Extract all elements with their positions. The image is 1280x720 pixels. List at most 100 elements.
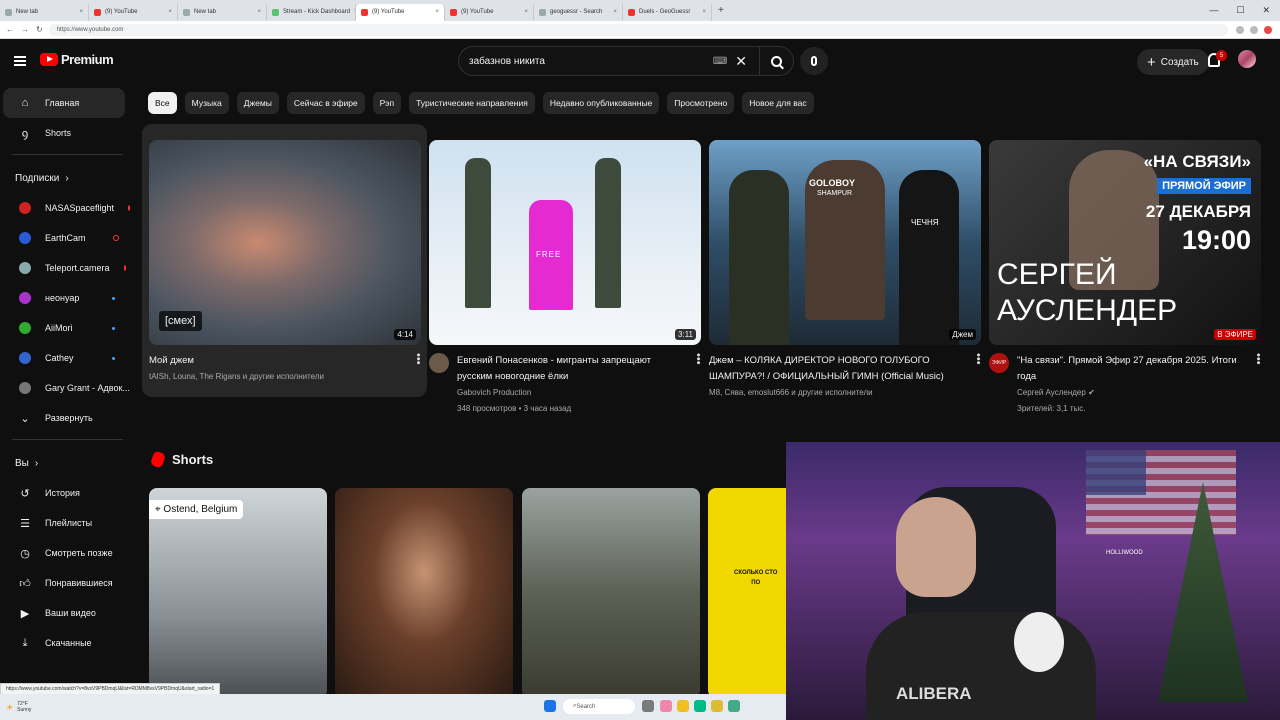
sidebar-item-history[interactable]: ↺ История	[3, 478, 125, 508]
close-tab-icon[interactable]: ×	[613, 9, 617, 15]
close-tab-icon[interactable]: ×	[79, 9, 83, 15]
search-box[interactable]: забазнов никита ⌨ ✕	[458, 46, 794, 76]
more-options-icon[interactable]: •••	[692, 353, 704, 417]
video-card[interactable]: [смех] 4:14 Мой джем tAISh, Louna, The R…	[149, 140, 424, 385]
sidebar-subscription[interactable]: AiiMori	[3, 313, 125, 343]
filter-chip[interactable]: Музыка	[184, 92, 229, 114]
close-tab-icon[interactable]: ×	[168, 9, 172, 15]
video-thumbnail[interactable]: «НА СВЯЗИ» ПРЯМОЙ ЭФИР 27 ДЕКАБРЯ 19:00 …	[989, 140, 1261, 345]
short-card[interactable]: ⌖ Ostend, Belgium	[149, 488, 327, 698]
filter-chip[interactable]: Просмотрено	[667, 92, 735, 114]
create-button[interactable]: + Создать	[1137, 49, 1209, 75]
more-options-icon[interactable]: •••	[1252, 353, 1264, 417]
sidebar-item-downloads[interactable]: ⤓ Скачанные	[3, 628, 125, 658]
short-card[interactable]: СКОЛЬКО СТО ПО	[708, 488, 786, 698]
channel-name[interactable]: Сергей Ауслендер ✔	[1017, 385, 1247, 401]
reload-icon[interactable]: ↻	[36, 25, 43, 34]
filter-chip[interactable]: Рэп	[372, 92, 402, 114]
browser-tab[interactable]: (9) YouTube ×	[89, 3, 178, 21]
more-options-icon[interactable]: •••	[972, 353, 984, 401]
browser-tab[interactable]: New tab ×	[178, 3, 267, 21]
channel-avatar[interactable]: ЭФИР	[989, 353, 1009, 373]
browser-tab[interactable]: Stream - Kick Dashboard×	[267, 3, 356, 21]
sidebar-item-watch-later[interactable]: ◷ Смотреть позже	[3, 538, 125, 568]
taskbar-search[interactable]: ⌕ Search	[563, 699, 635, 714]
history-icon: ↺	[20, 487, 30, 500]
video-thumbnail[interactable]: GOLOBOY SHAMPUR ЧЕЧНЯ Джем	[709, 140, 981, 345]
browser-tab-active[interactable]: (9) YouTube ×	[356, 3, 445, 21]
close-tab-icon[interactable]: ×	[702, 9, 706, 15]
subscriptions-heading[interactable]: Подписки ›	[0, 163, 135, 193]
new-tab-icon[interactable]: +	[712, 5, 730, 16]
sidebar-subscription[interactable]: Teleport.camera	[3, 253, 126, 283]
account-avatar[interactable]	[1238, 50, 1256, 68]
filter-chip[interactable]: Новое для вас	[742, 92, 814, 114]
short-card[interactable]	[522, 488, 700, 698]
filter-chip[interactable]: Туристические направления	[409, 92, 535, 114]
sidebar-subscription[interactable]: неонуар	[3, 283, 125, 313]
edge-icon[interactable]	[694, 700, 706, 712]
voice-search-button[interactable]	[800, 47, 828, 75]
channel-name[interactable]: Gabovich Production	[457, 385, 687, 401]
sidebar-item-your-videos[interactable]: ▶ Ваши видео	[3, 598, 125, 628]
video-title[interactable]: "На связи". Прямой Эфир 27 декабря 2025.…	[1017, 353, 1247, 385]
sidebar-subscription[interactable]: Gary Grant - Адвок...	[3, 373, 130, 403]
chrome-icon[interactable]	[711, 700, 723, 712]
minimize-icon[interactable]: —	[1209, 5, 1218, 16]
browser-tab[interactable]: New tab ×	[0, 3, 89, 21]
more-options-icon[interactable]: •••	[412, 353, 424, 385]
close-window-icon[interactable]: ✕	[1262, 5, 1270, 16]
back-icon[interactable]: ←	[6, 25, 14, 34]
windows-start-icon[interactable]	[544, 700, 556, 712]
sidebar-item-liked[interactable]: 👍︎ Понравившиеся	[3, 568, 125, 598]
video-title[interactable]: Евгений Понасенков - мигранты запрещают …	[457, 353, 687, 385]
maximize-icon[interactable]: ☐	[1236, 5, 1244, 16]
sidebar-subscription[interactable]: Cathey	[3, 343, 125, 373]
profile-icon[interactable]	[1264, 25, 1272, 34]
browser-tab[interactable]: Duels - GeoGuessr ×	[623, 3, 712, 21]
sidebar-subscription[interactable]: EarthCam	[3, 223, 125, 253]
video-card[interactable]: «НА СВЯЗИ» ПРЯМОЙ ЭФИР 27 ДЕКАБРЯ 19:00 …	[989, 140, 1264, 417]
sidebar-item-shorts[interactable]: ꝯ Shorts	[3, 118, 125, 148]
close-tab-icon[interactable]: ×	[524, 9, 528, 15]
task-view-icon[interactable]	[642, 700, 654, 712]
video-title[interactable]: Мой джем	[149, 353, 324, 369]
weather-widget[interactable]: ☀ 72°F Sunny	[0, 701, 31, 713]
short-card[interactable]	[335, 488, 513, 698]
video-card[interactable]: GOLOBOY SHAMPUR ЧЕЧНЯ Джем Джем – КОЛЯКА…	[709, 140, 984, 401]
extension-icon[interactable]	[1236, 25, 1244, 34]
hamburger-menu-icon[interactable]	[14, 56, 26, 66]
search-button[interactable]	[759, 46, 793, 76]
video-thumbnail[interactable]: FREE 3:11	[429, 140, 701, 345]
soldier-figure	[465, 158, 491, 308]
filter-chip[interactable]: Джемы	[236, 92, 279, 114]
browser-tab[interactable]: (9) YouTube ×	[445, 3, 534, 21]
youtube-premium-logo[interactable]: Premium	[40, 52, 114, 67]
close-tab-icon[interactable]: ×	[257, 9, 261, 15]
filter-chip[interactable]: Сейчас в эфире	[286, 92, 365, 114]
keyboard-icon[interactable]: ⌨	[713, 56, 727, 67]
filter-chip[interactable]: Недавно опубликованные	[542, 92, 660, 114]
sidebar-item-home[interactable]: ⌂ Главная	[3, 88, 125, 118]
close-tab-icon[interactable]: ×	[435, 9, 439, 15]
file-explorer-icon[interactable]	[677, 700, 689, 712]
video-card[interactable]: FREE 3:11 Евгений Понасенков - мигранты …	[429, 140, 704, 417]
forward-icon[interactable]: →	[21, 25, 29, 34]
extension-icon[interactable]	[1250, 25, 1258, 34]
app-icon[interactable]	[728, 700, 740, 712]
you-heading[interactable]: Вы ›	[0, 448, 135, 478]
sidebar-item-playlists[interactable]: ☰ Плейлисты	[3, 508, 125, 538]
app-icon[interactable]	[660, 700, 672, 712]
video-thumbnail[interactable]: [смех] 4:14	[149, 140, 421, 345]
url-field[interactable]: https://www.youtube.com	[48, 23, 1228, 36]
search-input[interactable]: забазнов никита	[469, 56, 545, 67]
address-bar: ← → ↻ https://www.youtube.com	[0, 21, 1280, 39]
video-title[interactable]: Джем – КОЛЯКА ДИРЕКТОР НОВОГО ГОЛУБОГО Ш…	[709, 353, 967, 385]
channel-avatar[interactable]	[429, 353, 449, 373]
browser-tab[interactable]: geoguessr - Search ×	[534, 3, 623, 21]
sidebar-expand[interactable]: ⌄ Развернуть	[3, 403, 125, 433]
search-icon	[771, 55, 782, 67]
filter-chip[interactable]: Все	[148, 92, 177, 114]
sidebar-subscription[interactable]: NASASpaceflight	[3, 193, 131, 223]
clear-search-icon[interactable]: ✕	[735, 53, 747, 70]
